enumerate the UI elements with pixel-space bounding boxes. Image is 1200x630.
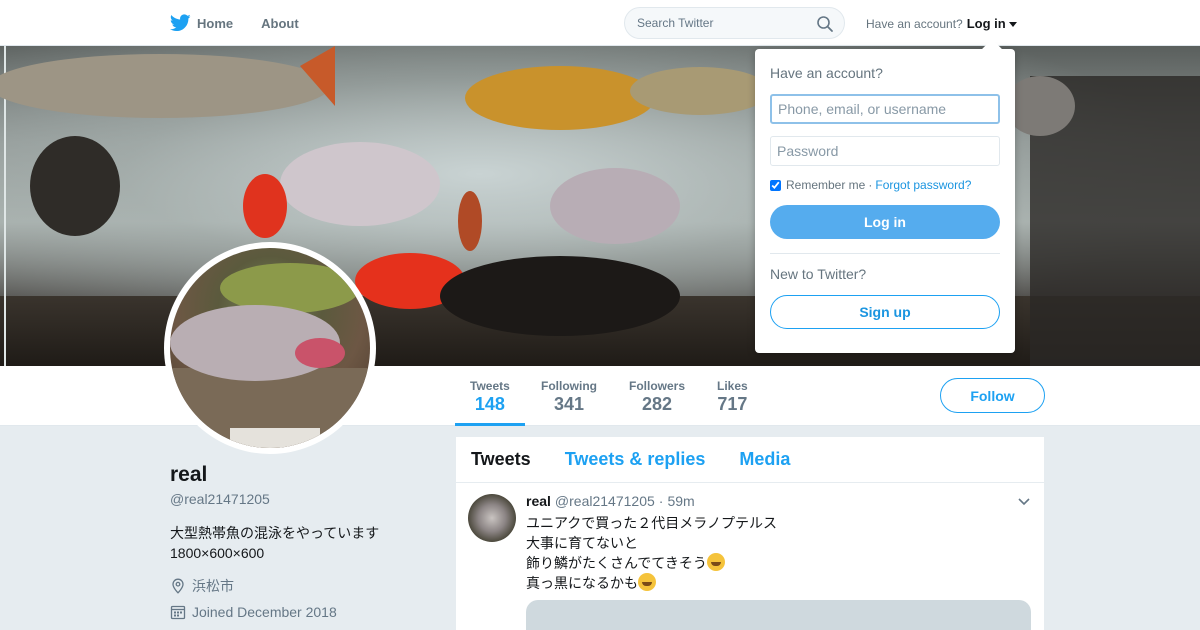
nav-left: Home About [170, 0, 327, 46]
login-link[interactable]: Log in [967, 16, 1006, 31]
profile-avatar[interactable] [164, 242, 376, 454]
stat-following[interactable]: Following 341 [541, 379, 597, 415]
tweet-dot-separator: · [658, 493, 664, 509]
signup-button[interactable]: Sign up [770, 295, 1000, 329]
bio-line: 1800×600×600 [170, 545, 265, 561]
tweet-line: 真っ黒になるかも [526, 575, 638, 591]
chevron-down-icon[interactable] [1018, 498, 1030, 506]
remember-separator: · [868, 178, 873, 192]
fish-arowana [0, 54, 330, 118]
stat-followers[interactable]: Followers 282 [629, 379, 685, 415]
tab-tweets[interactable]: Tweets [471, 449, 531, 470]
avatar-tank-edge [230, 428, 320, 448]
tweet-text: ユニアクで買った２代目メラノプテルス 大事に育てないと 飾り鱗がたくさんでてきそ… [526, 513, 777, 593]
stat-likes[interactable]: Likes 717 [717, 379, 748, 415]
fish-silver-cichlid [280, 142, 440, 226]
sweat-smile-emoji-icon [706, 553, 725, 571]
fish-striped-left [30, 136, 120, 236]
password-field[interactable] [770, 136, 1000, 166]
remember-checkbox[interactable] [770, 179, 781, 191]
avatar-fish-head [295, 338, 345, 368]
tweet-author-handle[interactable]: @real21471205 [555, 493, 655, 509]
follow-button[interactable]: Follow [940, 378, 1045, 413]
profile-location: 浜松市 [170, 576, 234, 596]
tweet-line: 飾り鱗がたくさんでてきそう [526, 555, 707, 571]
tweet-media[interactable] [526, 600, 1031, 630]
tweet-timestamp[interactable]: 59m [667, 493, 694, 509]
login-dropdown: Have an account? Remember me · Forgot pa… [755, 49, 1015, 353]
have-account-text: Have an account? [866, 16, 963, 31]
twitter-bird-icon [170, 14, 191, 32]
nav-home[interactable]: Home [170, 14, 233, 32]
forgot-password-link[interactable]: Forgot password? [875, 178, 971, 192]
tweet-header: real @real21471205 · 59m [526, 493, 695, 509]
stat-value: 341 [553, 394, 585, 414]
profile-name[interactable]: real [170, 463, 207, 487]
fish-silver-cichlid-2 [550, 168, 680, 244]
login-dropdown-title: Have an account? [770, 65, 883, 81]
stat-value: 148 [474, 394, 505, 414]
tweet-item[interactable]: real @real21471205 · 59m ユニアクで買った２代目メラノプ… [456, 483, 1044, 630]
avatar-fish-art [170, 263, 370, 448]
tab-media[interactable]: Media [739, 449, 790, 470]
top-navigation-bar: Home About Have an account? Log in [0, 0, 1200, 46]
fish-peacock-bass-2 [630, 67, 770, 115]
profile-joined: Joined December 2018 [170, 604, 337, 620]
new-to-twitter-text: New to Twitter? [770, 266, 867, 282]
tweet-avatar[interactable] [468, 494, 516, 542]
profile-handle[interactable]: @real21471205 [170, 491, 270, 507]
tweet-line: 大事に育てないと [526, 535, 638, 551]
avatar-image [170, 248, 370, 448]
login-hint: Have an account? Log in [866, 16, 1017, 31]
location-pin-icon [172, 578, 184, 594]
stat-label: Followers [629, 379, 686, 393]
nav-home-label: Home [197, 15, 234, 31]
location-text: 浜松市 [192, 578, 234, 594]
stat-label: Following [541, 379, 597, 393]
fish-dark [440, 256, 680, 336]
tweet-line-with-emoji: 飾り鱗がたくさんでてきそう [526, 553, 777, 573]
search-box [624, 7, 845, 39]
dropdown-divider [770, 253, 1000, 254]
timeline: Tweets Tweets & replies Media real @real… [456, 437, 1044, 630]
stat-value: 282 [641, 394, 673, 414]
remember-row: Remember me · Forgot password? [770, 178, 1000, 192]
tweet-author-name[interactable]: real [526, 493, 551, 509]
nav-about-label: About [261, 15, 299, 31]
fish-peacock-bass [465, 66, 655, 130]
search-input[interactable] [625, 8, 805, 38]
remember-label: Remember me [786, 178, 866, 192]
login-button[interactable]: Log in [770, 205, 1000, 239]
avatar-fish-top [220, 263, 360, 313]
fish-small-orange [458, 191, 482, 251]
stat-value: 717 [717, 394, 748, 414]
calendar-icon [170, 605, 186, 620]
stat-tweets[interactable]: Tweets 148 [455, 379, 525, 426]
timeline-tabs: Tweets Tweets & replies Media [456, 437, 1044, 483]
username-field[interactable] [770, 94, 1000, 124]
tweet-line-with-emoji: 真っ黒になるかも [526, 573, 777, 593]
profile-bio: 大型熱帯魚の混泳をやっています 1800×600×600 [170, 523, 379, 563]
joined-text: Joined December 2018 [192, 604, 337, 620]
fish-red-parrot [243, 174, 287, 238]
tab-tweets-replies[interactable]: Tweets & replies [565, 449, 706, 470]
tweet-line: ユニアクで買った２代目メラノプテルス [526, 515, 778, 531]
search-icon[interactable] [816, 15, 834, 33]
stat-label: Likes [717, 379, 748, 393]
bio-line: 大型熱帯魚の混泳をやっています [170, 525, 380, 541]
chevron-down-icon[interactable] [1008, 21, 1017, 27]
sweat-smile-emoji-icon [638, 573, 656, 591]
active-tab-underline [455, 423, 525, 426]
fish-right [1005, 76, 1075, 136]
nav-about[interactable]: About [261, 16, 299, 31]
stat-label: Tweets [470, 379, 510, 393]
